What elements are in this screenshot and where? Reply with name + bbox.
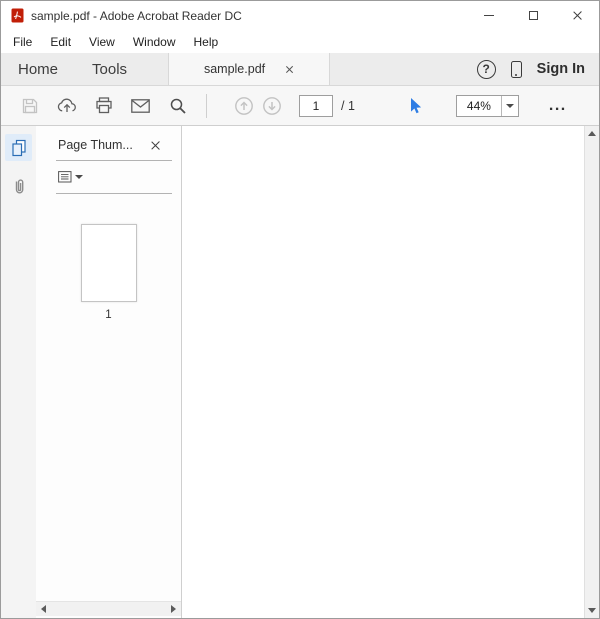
search-icon (170, 98, 186, 114)
paperclip-icon (15, 178, 23, 193)
maximize-icon (528, 11, 538, 20)
panel-header: Page Thum... (36, 126, 181, 160)
menu-help[interactable]: Help (185, 35, 228, 49)
page-nav-group (231, 92, 285, 120)
scroll-left-icon[interactable] (41, 605, 46, 613)
printer-icon (95, 97, 112, 114)
menu-view[interactable]: View (80, 35, 124, 49)
scroll-down-icon[interactable] (588, 608, 596, 613)
toolbar: / 1 44% ... (1, 86, 599, 126)
page-thumbnails-panel-button[interactable] (5, 134, 32, 161)
close-button[interactable] (555, 1, 599, 30)
page-number-input[interactable] (299, 94, 333, 117)
cloud-upload-icon (57, 98, 76, 112)
menu-window[interactable]: Window (124, 35, 185, 49)
close-icon (572, 10, 583, 21)
window-title: sample.pdf - Adobe Acrobat Reader DC (31, 8, 242, 23)
zoom-select[interactable]: 44% (455, 94, 519, 117)
options-list-icon (58, 171, 72, 183)
acrobat-window: sample.pdf - Adobe Acrobat Reader DC Fil… (0, 0, 600, 619)
minimize-button[interactable] (467, 1, 511, 30)
next-page-button[interactable] (259, 92, 285, 120)
tab-home[interactable]: Home (1, 53, 75, 85)
page-thumbnail[interactable] (80, 224, 137, 302)
panel-options-row (36, 161, 181, 193)
panel-horizontal-scrollbar[interactable] (36, 601, 181, 616)
pdf-file-icon (11, 8, 24, 23)
help-icon[interactable]: ? (476, 59, 496, 79)
tabbar-right: ? Sign In (476, 53, 599, 85)
titlebar: sample.pdf - Adobe Acrobat Reader DC (1, 1, 599, 30)
page-thumbnail-label: 1 (105, 309, 112, 321)
envelope-icon (131, 98, 150, 113)
vertical-scrollbar[interactable] (584, 126, 599, 618)
content-area: Page Thum... 1 (1, 126, 599, 618)
tab-tools[interactable]: Tools (75, 53, 144, 85)
chevron-down-icon (75, 175, 83, 179)
zoom-dropdown-button[interactable] (500, 95, 518, 116)
tab-bar: Home Tools sample.pdf ? Sign In (1, 53, 599, 86)
maximize-button[interactable] (511, 1, 555, 30)
tab-document-label: sample.pdf (203, 62, 266, 76)
thumbnails-panel: Page Thum... 1 (36, 126, 182, 618)
thumbnail-options-button[interactable] (58, 171, 83, 183)
arrow-up-circle-icon (235, 96, 253, 115)
more-tools-button[interactable]: ... (549, 97, 567, 113)
save-icon (22, 98, 37, 113)
panel-close-icon[interactable] (150, 140, 161, 151)
email-button[interactable] (122, 92, 159, 120)
print-button[interactable] (85, 92, 122, 120)
chevron-down-icon (505, 103, 514, 108)
window-controls (467, 1, 599, 30)
previous-page-button[interactable] (231, 92, 257, 120)
thumbnail-list: 1 (36, 224, 181, 321)
attachments-panel-button[interactable] (5, 172, 32, 199)
cursor-pointer-icon (411, 97, 422, 113)
panel-divider (56, 193, 172, 194)
tab-document[interactable]: sample.pdf (168, 53, 331, 85)
document-area (182, 126, 599, 618)
page-total-label: / 1 (341, 98, 355, 113)
search-button[interactable] (159, 92, 196, 120)
scroll-right-icon[interactable] (171, 605, 176, 613)
zoom-value: 44% (466, 98, 491, 113)
page-thumbnails-icon (11, 139, 26, 156)
scroll-up-icon[interactable] (588, 131, 596, 136)
minimize-icon (484, 14, 494, 17)
toolbar-divider (206, 93, 207, 118)
navigation-pane-strip (1, 126, 36, 618)
sign-in-button[interactable]: Sign In (537, 61, 585, 77)
mobile-device-icon[interactable] (510, 60, 522, 78)
panel-title: Page Thum... (58, 138, 133, 152)
menu-edit[interactable]: Edit (41, 35, 80, 49)
share-cloud-button[interactable] (48, 92, 85, 120)
menu-bar: File Edit View Window Help (1, 30, 599, 53)
menu-file[interactable]: File (4, 35, 41, 49)
save-button[interactable] (11, 92, 48, 120)
tab-close-icon[interactable] (285, 65, 294, 74)
arrow-down-circle-icon (263, 96, 281, 115)
selection-tool-button[interactable] (397, 92, 434, 120)
